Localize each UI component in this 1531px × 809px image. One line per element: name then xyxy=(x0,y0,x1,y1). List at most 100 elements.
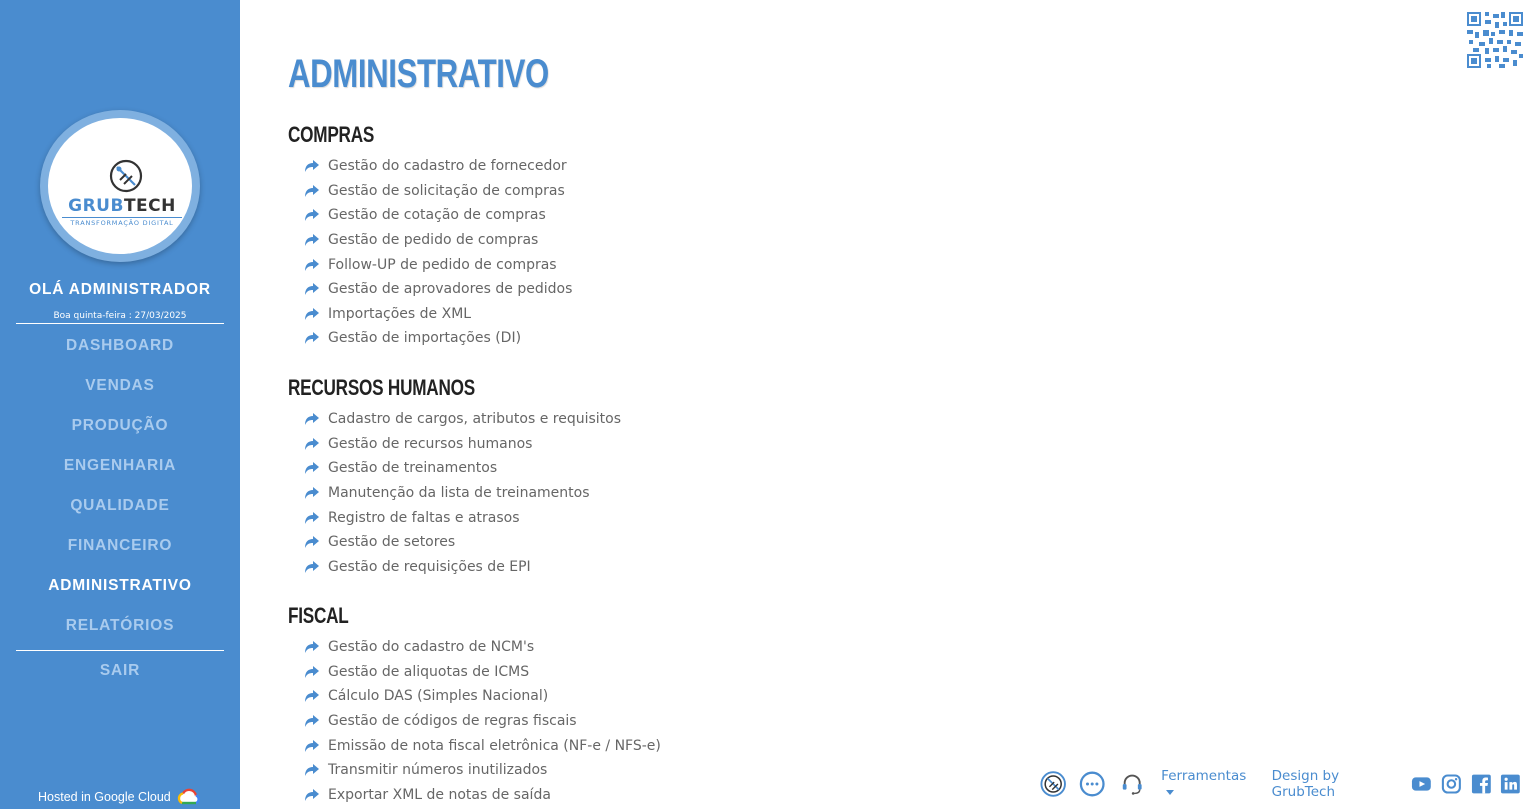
list-item[interactable]: Gestão de aliquotas de ICMS xyxy=(304,660,661,685)
hosted-label: Hosted in Google Cloud xyxy=(38,790,171,804)
sidebar-nav: DASHBOARD VENDAS PRODUÇÃO ENGENHARIA QUA… xyxy=(16,330,224,691)
list-item[interactable]: Cálculo DAS (Simples Nacional) xyxy=(304,684,661,709)
list-item[interactable]: Follow-UP de pedido de compras xyxy=(304,252,572,277)
sidebar-item-administrativo[interactable]: ADMINISTRATIVO xyxy=(16,570,224,610)
share-arrow-icon xyxy=(305,462,319,475)
youtube-icon[interactable] xyxy=(1411,773,1432,795)
share-arrow-icon xyxy=(305,234,319,247)
list-item[interactable]: Registro de faltas e atrasos xyxy=(304,505,621,530)
list-item[interactable]: Gestão do cadastro de fornecedor xyxy=(304,154,572,179)
list-item[interactable]: Gestão de códigos de regras fiscais xyxy=(304,709,661,734)
tools-dropdown[interactable]: Ferramentas xyxy=(1161,768,1253,800)
tools-label: Ferramentas xyxy=(1161,768,1247,784)
share-arrow-icon xyxy=(305,332,319,345)
list-item-label: Gestão de solicitação de compras xyxy=(328,182,565,199)
share-arrow-icon xyxy=(305,739,319,752)
section-title-recursos-humanos: RECURSOS HUMANOS xyxy=(288,375,475,400)
sidebar-item-vendas[interactable]: VENDAS xyxy=(16,370,224,410)
list-item[interactable]: Transmitir números inutilizados xyxy=(304,758,661,783)
list-item[interactable]: Manutenção da lista de treinamentos xyxy=(304,481,621,506)
list-item[interactable]: Gestão de treinamentos xyxy=(304,456,621,481)
sidebar-item-qualidade[interactable]: QUALIDADE xyxy=(16,490,224,530)
list-item-label: Gestão de recursos humanos xyxy=(328,435,533,452)
list-item-label: Registro de faltas e atrasos xyxy=(328,509,520,526)
logo-tagline: TRANSFORMAÇÃO DIGITAL xyxy=(62,217,182,227)
sidebar-item-relatorios[interactable]: RELATÓRIOS xyxy=(16,610,224,650)
list-item-label: Gestão do cadastro de fornecedor xyxy=(328,158,567,175)
list-item[interactable]: Gestão de importações (DI) xyxy=(304,326,572,351)
list-item[interactable]: Gestão de setores xyxy=(304,530,621,555)
list-item-label: Gestão de códigos de regras fiscais xyxy=(328,713,577,730)
section-list-fiscal: Gestão do cadastro de NCM's Gestão de al… xyxy=(304,635,661,807)
section-list-compras: Gestão do cadastro de fornecedor Gestão … xyxy=(304,154,572,351)
share-arrow-icon xyxy=(305,665,319,678)
share-arrow-icon xyxy=(305,258,319,271)
facebook-icon[interactable] xyxy=(1471,773,1492,795)
share-arrow-icon xyxy=(305,511,319,524)
date-line: Boa quinta-feira : 27/03/2025 xyxy=(16,311,224,324)
logout-button[interactable]: SAIR xyxy=(16,651,224,691)
share-arrow-icon xyxy=(305,764,319,777)
section-title-fiscal: FISCAL xyxy=(288,603,349,628)
list-item-label: Gestão de aliquotas de ICMS xyxy=(328,663,530,680)
list-item-label: Exportar XML de notas de saída xyxy=(328,786,551,803)
list-item[interactable]: Gestão do cadastro de NCM's xyxy=(304,635,661,660)
logo-primary: GRUB xyxy=(68,196,124,216)
share-arrow-icon xyxy=(305,536,319,549)
qr-code-icon[interactable] xyxy=(1467,12,1523,68)
share-arrow-icon xyxy=(305,160,319,173)
user-greeting: OLÁ ADMINISTRADOR xyxy=(29,281,211,298)
list-item[interactable]: Gestão de requisições de EPI xyxy=(304,555,621,580)
design-credit-link[interactable]: Design by GrubTech xyxy=(1272,768,1399,800)
grubtech-icon[interactable] xyxy=(1040,770,1066,798)
list-item-label: Transmitir números inutilizados xyxy=(328,762,548,779)
list-item-label: Gestão de requisições de EPI xyxy=(328,558,531,575)
caret-down-icon xyxy=(1166,789,1175,795)
logo-badge[interactable]: GRUBTECH TRANSFORMAÇÃO DIGITAL xyxy=(40,110,200,262)
list-item-label: Gestão do cadastro de NCM's xyxy=(328,639,535,656)
logo-wordmark: GRUBTECH xyxy=(62,196,182,216)
list-item[interactable]: Emissão de nota fiscal eletrônica (NF-e … xyxy=(304,733,661,758)
share-arrow-icon xyxy=(305,184,319,197)
instagram-icon[interactable] xyxy=(1441,773,1462,795)
share-arrow-icon xyxy=(305,437,319,450)
chat-icon[interactable] xyxy=(1079,770,1106,798)
share-arrow-icon xyxy=(305,641,319,654)
list-item-label: Cálculo DAS (Simples Nacional) xyxy=(328,688,549,705)
page-title: ADMINISTRATIVO xyxy=(288,52,549,96)
share-arrow-icon xyxy=(305,209,319,222)
google-cloud-icon xyxy=(177,788,200,805)
list-item-label: Gestão de treinamentos xyxy=(328,460,498,477)
list-item-label: Gestão de pedido de compras xyxy=(328,232,539,249)
sidebar: GRUBTECH TRANSFORMAÇÃO DIGITAL OLÁ ADMIN… xyxy=(0,0,240,809)
list-item[interactable]: Gestão de solicitação de compras xyxy=(304,179,572,204)
sidebar-item-dashboard[interactable]: DASHBOARD xyxy=(16,330,224,370)
list-item-label: Gestão de cotação de compras xyxy=(328,207,546,224)
list-item[interactable]: Gestão de cotação de compras xyxy=(304,203,572,228)
share-arrow-icon xyxy=(305,560,319,573)
list-item-label: Gestão de setores xyxy=(328,534,456,551)
footer-bar: Ferramentas Design by GrubTech xyxy=(1040,768,1530,800)
sidebar-item-producao[interactable]: PRODUÇÃO xyxy=(16,410,224,450)
list-item[interactable]: Gestão de recursos humanos xyxy=(304,432,621,457)
list-item[interactable]: Gestão de aprovadores de pedidos xyxy=(304,277,572,302)
list-item-label: Emissão de nota fiscal eletrônica (NF-e … xyxy=(328,737,661,754)
logo-secondary: TECH xyxy=(123,196,176,216)
list-item-label: Importações de XML xyxy=(328,305,472,322)
list-item[interactable]: Exportar XML de notas de saída xyxy=(304,783,661,808)
share-arrow-icon xyxy=(305,487,319,500)
sidebar-item-engenharia[interactable]: ENGENHARIA xyxy=(16,450,224,490)
logo-circle: GRUBTECH TRANSFORMAÇÃO DIGITAL xyxy=(48,118,192,254)
list-item[interactable]: Importações de XML xyxy=(304,302,572,327)
share-arrow-icon xyxy=(305,413,319,426)
hosted-badge[interactable]: Hosted in Google Cloud xyxy=(38,787,201,807)
linkedin-icon[interactable] xyxy=(1500,773,1521,795)
list-item[interactable]: Cadastro de cargos, atributos e requisit… xyxy=(304,407,621,432)
support-headset-icon[interactable] xyxy=(1119,770,1145,798)
list-item-label: Gestão de aprovadores de pedidos xyxy=(328,281,573,298)
section-list-recursos-humanos: Cadastro de cargos, atributos e requisit… xyxy=(304,407,621,579)
list-item[interactable]: Gestão de pedido de compras xyxy=(304,228,572,253)
share-arrow-icon xyxy=(305,283,319,296)
sidebar-item-financeiro[interactable]: FINANCEIRO xyxy=(16,530,224,570)
share-arrow-icon xyxy=(305,788,319,801)
